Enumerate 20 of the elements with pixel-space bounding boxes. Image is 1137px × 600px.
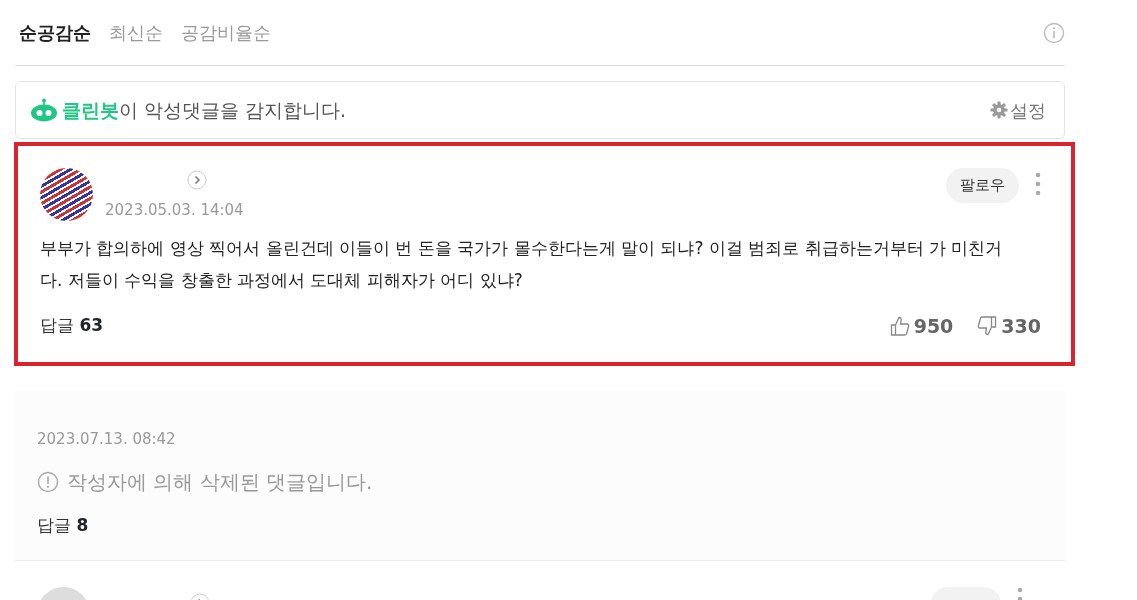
gear-icon <box>990 101 1008 119</box>
more-icon[interactable] <box>1035 172 1041 196</box>
thumbs-down-icon <box>977 315 998 336</box>
deleted-message: 작성자에 의해 삭제된 댓글입니다. <box>67 468 373 496</box>
comment-date: 2023.07.13. 08:42 <box>37 429 177 450</box>
thumbs-up-icon <box>889 315 910 336</box>
robot-icon <box>30 98 58 122</box>
follow-button[interactable]: 팔로우 <box>946 168 1019 203</box>
reply-link[interactable]: 답글 8 <box>37 514 89 535</box>
like-button[interactable]: 950 <box>889 311 954 340</box>
comment-text: 부부가 합의하에 영상 찍어서 올린건데 이들이 번 돈을 국가가 몰수한다는게 말이 되냐? 이걸 범죄로 취급하는거부터 가 미친거다. 저들이 수익을 창출한 과정에서 도대체 피해자가 어디 있냐? <box>40 236 1004 292</box>
cleanbot-message: 클린봇이 악성댓글을 감지합니다. <box>62 97 347 123</box>
comment-date: 2023.05.03. 14:04 <box>105 200 245 221</box>
dislike-button[interactable]: 330 <box>977 311 1041 340</box>
chevron-icon[interactable] <box>187 170 207 190</box>
sort-tab[interactable]: 순공감순 <box>19 19 91 46</box>
reply-link[interactable]: 답글 63 <box>40 313 104 339</box>
info-icon[interactable] <box>1043 20 1065 45</box>
settings-button[interactable]: 설정 <box>990 96 1046 124</box>
alert-icon <box>37 470 59 493</box>
